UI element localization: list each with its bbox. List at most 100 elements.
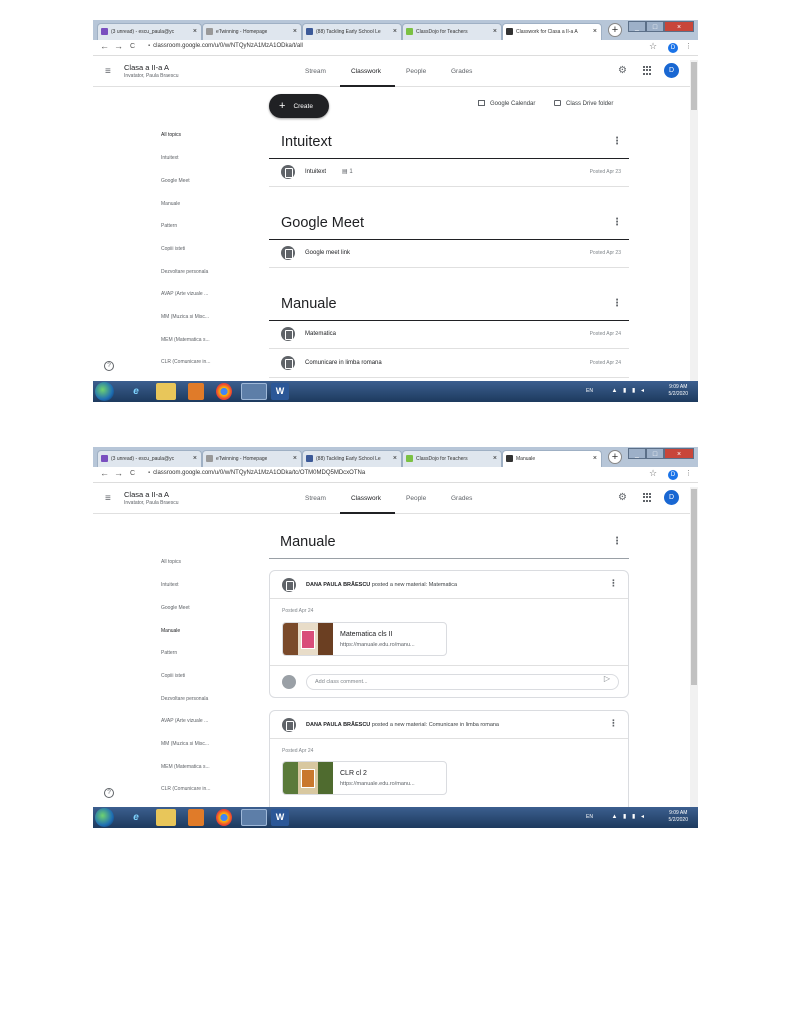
browser-tab-classwork[interactable]: Classwork for Clasa a II-a A × (502, 23, 602, 40)
sidebar-item-mm[interactable]: MM (Muzica si Misc... (161, 741, 209, 747)
sidebar-item-all-topics[interactable]: All topics (161, 559, 181, 565)
attachment-link[interactable]: Matematica cls II https://manuale.edu.ro… (282, 622, 447, 656)
class-comment-input[interactable]: Add class comment... (306, 674, 619, 690)
language-indicator[interactable]: EN (586, 388, 593, 394)
close-tab-icon[interactable]: × (393, 451, 397, 467)
topic-title-manuale[interactable]: Manuale (281, 296, 337, 312)
url-field[interactable]: ▪ classroom.google.com/u/0/w/NTQyNzA1MzA1… (148, 43, 303, 49)
tab-grades[interactable]: Grades (451, 495, 472, 502)
chrome-active-icon[interactable] (241, 383, 267, 400)
scrollbar-thumb[interactable] (691, 489, 697, 685)
sidebar-item-mem[interactable]: MEM (Matematica s... (161, 337, 210, 343)
clock[interactable]: 9:09 AM 5/2/2020 (669, 384, 688, 398)
list-item[interactable]: Matematica Posted Apr 24 (269, 321, 629, 349)
tab-people[interactable]: People (406, 68, 426, 75)
scrollbar-thumb[interactable] (691, 62, 697, 110)
post-more-icon[interactable]: ⋮ (609, 718, 618, 729)
sidebar-item-avap[interactable]: AVAP (Arte vizuale ... (161, 291, 208, 297)
sidebar-item-clr[interactable]: CLR (Comunicare in... (161, 786, 210, 792)
material-post-card[interactable]: DANA PAULA BRĂESCU posted a new material… (269, 570, 629, 698)
topic-more-icon[interactable]: ⋮ (612, 217, 622, 228)
browser-tab-etwinning[interactable]: eTwinning - Homepage × (202, 450, 302, 467)
new-tab-button[interactable]: + (608, 450, 622, 464)
close-tab-icon[interactable]: × (193, 24, 197, 40)
gear-icon[interactable]: ⚙ (618, 65, 627, 76)
sidebar-item-dezvoltare[interactable]: Dezvoltare personala (161, 269, 208, 275)
close-tab-icon[interactable]: × (593, 24, 597, 40)
sidebar-item-intuitext[interactable]: Intuitext (161, 155, 179, 161)
list-item[interactable]: Google meet link Posted Apr 23 (269, 240, 629, 268)
sidebar-item-avap[interactable]: AVAP (Arte vizuale ... (161, 718, 208, 724)
browser-profile-icon[interactable]: D (668, 43, 678, 53)
browser-tab-facebook[interactable]: (88) Tackling Early School Le × (302, 23, 402, 40)
gear-icon[interactable]: ⚙ (618, 492, 627, 503)
sidebar-item-mm[interactable]: MM (Muzica si Misc... (161, 314, 209, 320)
chrome-icon[interactable] (216, 809, 232, 826)
browser-tab-mail[interactable]: (3 unread) - escu_paula@yc × (97, 450, 202, 467)
hamburger-menu-icon[interactable]: ≡ (105, 66, 111, 77)
topic-title-google-meet[interactable]: Google Meet (281, 215, 364, 231)
browser-menu-icon[interactable]: ⋮ (685, 469, 692, 477)
minimize-button[interactable]: _ (628, 21, 646, 32)
browser-tab-manuale[interactable]: Manuale × (502, 450, 602, 467)
list-item[interactable]: Comunicare in limba romana Posted Apr 24 (269, 350, 629, 378)
class-drive-folder-link[interactable]: Class Drive folder (554, 100, 613, 107)
class-name[interactable]: Clasa a II-a A (124, 63, 169, 72)
topic-more-icon[interactable]: ⋮ (612, 298, 622, 309)
forward-button[interactable]: → (114, 468, 123, 478)
url-field[interactable]: ▪ classroom.google.com/u/0/w/NTQyNzA1MzA1… (148, 470, 365, 476)
media-player-icon[interactable] (188, 383, 204, 400)
file-explorer-icon[interactable] (156, 383, 176, 400)
list-item[interactable]: Intuitext ▤ 1 Posted Apr 23 (269, 159, 629, 187)
chrome-icon[interactable] (216, 383, 232, 400)
attachment-link[interactable]: CLR cl 2 https://manuale.edu.ro/manu... (282, 761, 447, 795)
page-scrollbar[interactable] (690, 60, 698, 381)
browser-tab-classdojo[interactable]: ClassDojo for Teachers × (402, 23, 502, 40)
media-player-icon[interactable] (188, 809, 204, 826)
maximize-button[interactable]: □ (646, 21, 664, 32)
tray-icons[interactable]: ▲ ▮ ▮ ◂ (611, 387, 646, 394)
sidebar-item-dezvoltare[interactable]: Dezvoltare personala (161, 696, 208, 702)
tab-classwork[interactable]: Classwork (351, 68, 381, 75)
reload-button[interactable]: C (130, 470, 135, 477)
post-more-icon[interactable]: ⋮ (609, 578, 618, 589)
browser-tab-facebook[interactable]: (88) Tackling Early School Le × (302, 450, 402, 467)
maximize-button[interactable]: □ (646, 448, 664, 459)
close-tab-icon[interactable]: × (493, 24, 497, 40)
sidebar-item-copiii-isteti[interactable]: Copiii isteti (161, 673, 185, 679)
tray-icons[interactable]: ▲ ▮ ▮ ◂ (611, 813, 646, 820)
minimize-button[interactable]: _ (628, 448, 646, 459)
sidebar-item-mem[interactable]: MEM (Matematica s... (161, 764, 210, 770)
browser-profile-icon[interactable]: D (668, 470, 678, 480)
close-tab-icon[interactable]: × (493, 451, 497, 467)
file-explorer-icon[interactable] (156, 809, 176, 826)
language-indicator[interactable]: EN (586, 814, 593, 820)
sidebar-item-intuitext[interactable]: Intuitext (161, 582, 179, 588)
start-button[interactable] (95, 808, 114, 827)
hamburger-menu-icon[interactable]: ≡ (105, 493, 111, 504)
back-button[interactable]: ← (100, 41, 109, 51)
reload-button[interactable]: C (130, 43, 135, 50)
back-button[interactable]: ← (100, 468, 109, 478)
create-button[interactable]: + Create (269, 94, 329, 118)
sidebar-item-all-topics[interactable]: All topics (161, 132, 181, 138)
browser-tab-etwinning[interactable]: eTwinning - Homepage × (202, 23, 302, 40)
word-icon[interactable]: W (271, 383, 289, 400)
sidebar-item-google-meet[interactable]: Google Meet (161, 605, 190, 611)
sidebar-item-manuale[interactable]: Manuale (161, 628, 180, 634)
close-tab-icon[interactable]: × (393, 24, 397, 40)
sidebar-item-pattern[interactable]: Pattern (161, 650, 177, 656)
tab-stream[interactable]: Stream (305, 68, 326, 75)
browser-menu-icon[interactable]: ⋮ (685, 42, 692, 50)
chrome-active-icon[interactable] (241, 809, 267, 826)
close-window-button[interactable]: × (664, 21, 694, 32)
class-name[interactable]: Clasa a II-a A (124, 490, 169, 499)
close-tab-icon[interactable]: × (593, 451, 597, 467)
close-tab-icon[interactable]: × (293, 24, 297, 40)
sidebar-item-google-meet[interactable]: Google Meet (161, 178, 190, 184)
sidebar-item-pattern[interactable]: Pattern (161, 223, 177, 229)
post-header[interactable]: DANA PAULA BRĂESCU posted a new material… (270, 711, 628, 739)
send-icon[interactable]: ▷ (604, 674, 610, 683)
browser-tab-classdojo[interactable]: ClassDojo for Teachers × (402, 450, 502, 467)
forward-button[interactable]: → (114, 41, 123, 51)
